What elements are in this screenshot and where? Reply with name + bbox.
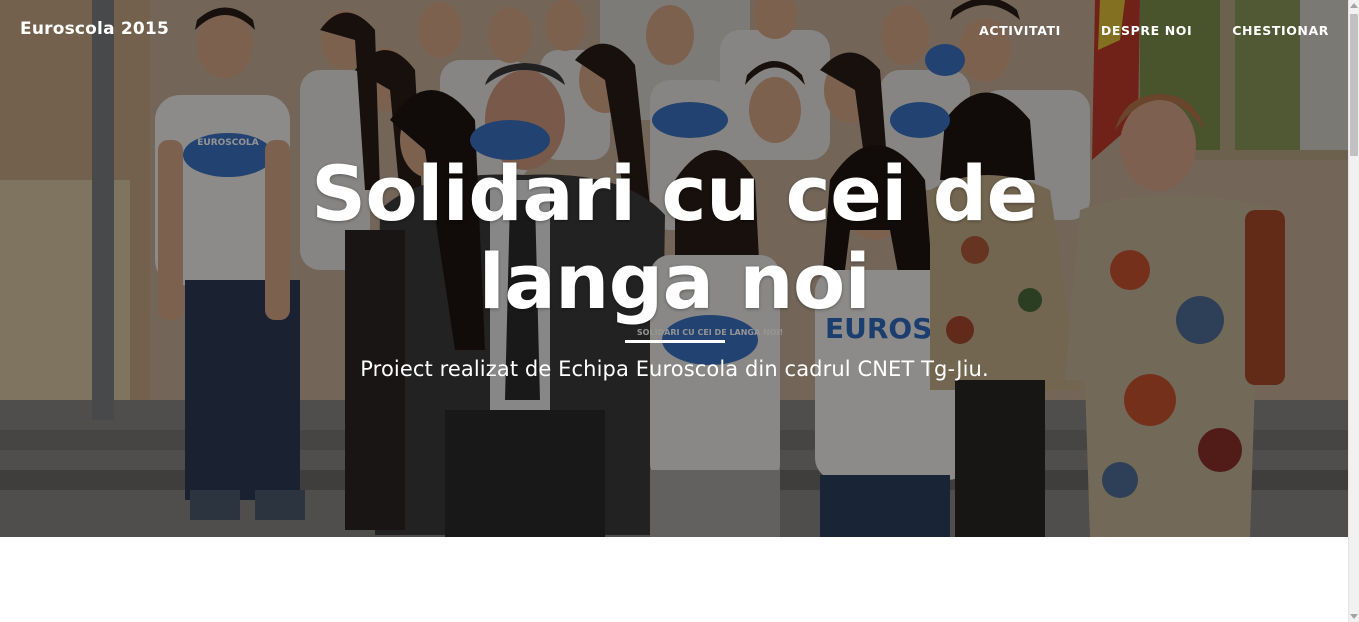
nav-links: ACTIVITATI DESPRE NOI CHESTIONAR <box>979 23 1329 38</box>
scroll-up-arrow-icon[interactable] <box>1350 3 1358 8</box>
brand-logo-link[interactable]: Euroscola 2015 <box>20 19 169 39</box>
hero-divider <box>624 340 725 343</box>
nav-link-activitati[interactable]: ACTIVITATI <box>979 23 1061 38</box>
top-navbar: Euroscola 2015 ACTIVITATI DESPRE NOI CHE… <box>0 0 1349 62</box>
nav-link-despre-noi[interactable]: DESPRE NOI <box>1101 23 1192 38</box>
hero-title: Solidari cu cei de langa noi <box>311 149 1038 326</box>
scroll-down-arrow-icon[interactable] <box>1350 614 1358 619</box>
hero-section: EUROSCO EUROSCOLA SOLIDARI CU CEI DE LAN… <box>0 0 1349 537</box>
scrollbar-thumb[interactable] <box>1350 14 1358 156</box>
content-area <box>0 537 1349 622</box>
page-scrollbar[interactable] <box>1348 0 1359 622</box>
nav-link-chestionar[interactable]: CHESTIONAR <box>1232 23 1329 38</box>
page: EUROSCO EUROSCOLA SOLIDARI CU CEI DE LAN… <box>0 0 1359 622</box>
hero-content: Solidari cu cei de langa noi Proiect rea… <box>0 149 1349 382</box>
hero-subtitle: Proiect realizat de Echipa Euroscola din… <box>360 357 989 381</box>
